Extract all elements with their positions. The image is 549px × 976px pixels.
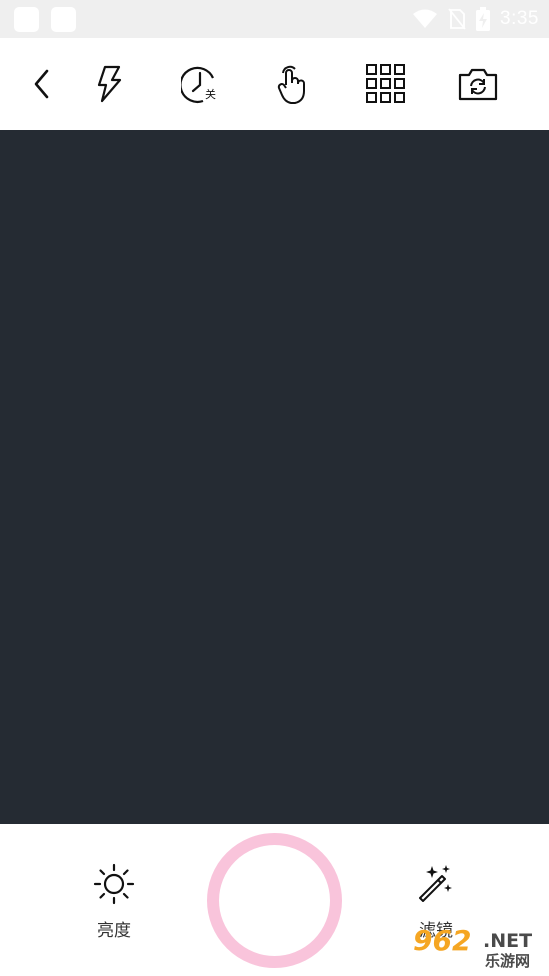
watermark-suffix: .NET — [483, 930, 533, 952]
timer-button[interactable]: 关 — [181, 64, 221, 104]
battery-charging-icon — [476, 7, 491, 31]
flash-button[interactable] — [89, 64, 129, 104]
bottom-controls: 亮度 滤镜 962 .NET 乐游网 — [0, 824, 549, 976]
magic-wand-icon — [419, 865, 452, 902]
flash-icon — [97, 65, 122, 103]
no-sim-icon — [448, 8, 466, 30]
shutter-button[interactable] — [207, 833, 342, 968]
watermark-number: 962 — [413, 924, 472, 957]
brightness-label: 亮度 — [97, 921, 131, 941]
camera-toolbar: 关 — [0, 38, 549, 130]
watermark-cn: 乐游网 — [485, 952, 531, 970]
notification-icon — [14, 7, 39, 32]
wifi-icon — [413, 9, 438, 28]
brightness-button[interactable]: 亮度 — [74, 862, 154, 941]
site-watermark: 962 .NET 乐游网 — [413, 924, 543, 970]
notification-icon — [51, 7, 76, 32]
touch-shoot-button[interactable] — [272, 64, 312, 104]
grid-button[interactable] — [366, 64, 406, 104]
back-button[interactable] — [22, 64, 62, 104]
switch-camera-button[interactable] — [458, 64, 498, 104]
hand-pointer-icon — [277, 65, 305, 104]
status-time: 3:35 — [500, 8, 539, 29]
sun-icon — [93, 863, 135, 905]
grid-icon — [366, 64, 405, 103]
camera-viewfinder[interactable] — [0, 130, 549, 824]
chevron-left-icon — [34, 69, 49, 99]
status-icons: 3:35 — [412, 0, 539, 38]
camera-switch-icon — [458, 68, 498, 101]
timer-badge: 关 — [205, 88, 216, 101]
status-bar: 3:35 — [0, 0, 549, 38]
